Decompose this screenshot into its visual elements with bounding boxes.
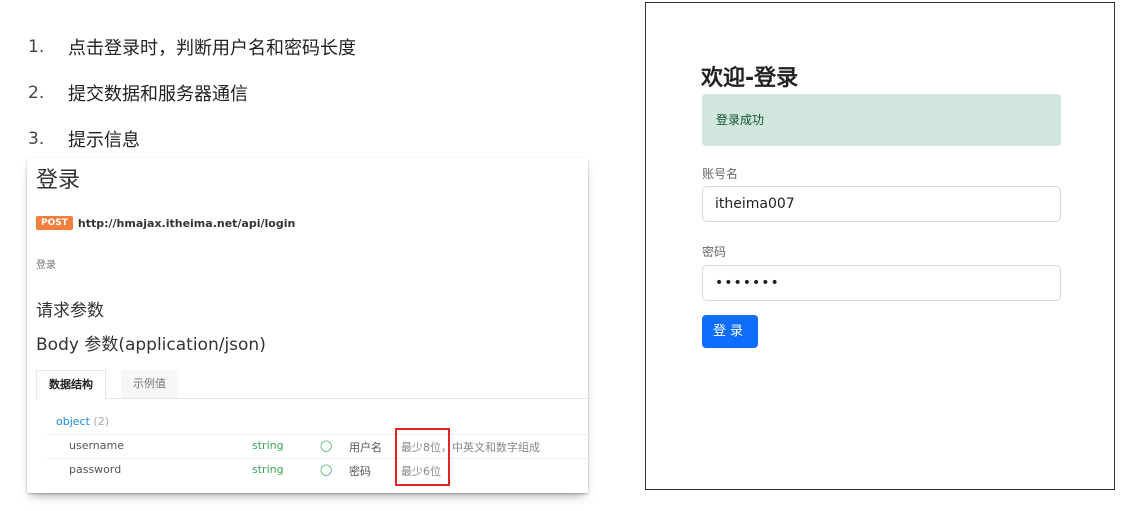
schema-tabs: 数据结构 示例值: [36, 370, 588, 400]
field-type: string: [252, 463, 284, 476]
required-check-icon: ◯: [320, 463, 333, 476]
field-type: string: [252, 439, 284, 452]
api-description: 登录: [36, 260, 56, 271]
api-doc-card: 登录 POST http://hmajax.itheima.net/api/lo…: [27, 158, 588, 493]
table-row: username string ◯ 用户名 最少8位，中英文和数字组成: [47, 434, 588, 457]
username-label: 账号名: [702, 167, 739, 181]
object-count: (2): [93, 415, 109, 428]
username-input[interactable]: itheima007: [702, 186, 1061, 222]
body-params-heading: Body 参数(application/json): [36, 335, 266, 355]
step-text: 点击登录时，判断用户名和密码长度: [68, 38, 356, 59]
step-text: 提示信息: [68, 130, 140, 151]
tab-data-structure[interactable]: 数据结构: [36, 370, 106, 400]
step-text: 提交数据和服务器通信: [68, 84, 248, 105]
field-name: username: [69, 439, 124, 452]
login-panel: 欢迎-登录 登录成功 账号名 itheima007 密码 ••••••• 登录: [645, 2, 1115, 490]
table-row: password string ◯ 密码 最少6位: [47, 458, 588, 481]
success-alert: 登录成功: [702, 94, 1061, 146]
required-check-icon: ◯: [320, 439, 333, 452]
step-item: 2. 提交数据和服务器通信: [28, 70, 356, 116]
login-button[interactable]: 登录: [702, 315, 758, 348]
password-input[interactable]: •••••••: [702, 265, 1061, 301]
object-label: object: [56, 415, 90, 428]
schema-object[interactable]: object (2): [56, 415, 109, 428]
password-label: 密码: [702, 245, 727, 259]
step-item: 3. 提示信息: [28, 116, 356, 162]
field-label: 密码: [349, 465, 371, 478]
http-method-badge: POST: [36, 216, 73, 230]
api-title: 登录: [36, 168, 81, 193]
highlight-box: [395, 428, 450, 486]
login-title: 欢迎-登录: [701, 66, 799, 91]
step-item: 1. 点击登录时，判断用户名和密码长度: [28, 24, 356, 70]
field-name: password: [69, 463, 122, 476]
step-number: 2.: [28, 83, 45, 103]
field-label: 用户名: [349, 441, 382, 454]
step-list: 1. 点击登录时，判断用户名和密码长度 2. 提交数据和服务器通信 3. 提示信…: [28, 24, 356, 162]
tab-example-value[interactable]: 示例值: [121, 370, 178, 398]
step-number: 1.: [28, 37, 45, 57]
step-number: 3.: [28, 129, 45, 149]
request-params-heading: 请求参数: [36, 301, 104, 321]
api-url[interactable]: http://hmajax.itheima.net/api/login: [78, 217, 295, 230]
api-endpoint: POST http://hmajax.itheima.net/api/login: [36, 216, 295, 230]
